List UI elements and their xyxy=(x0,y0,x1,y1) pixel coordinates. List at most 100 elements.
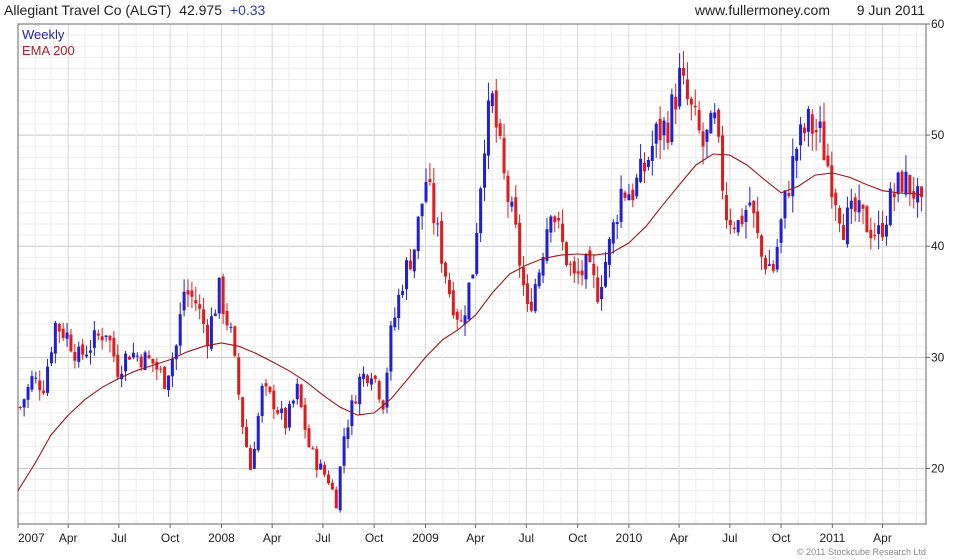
candle-down xyxy=(272,384,276,419)
candle-up xyxy=(280,400,284,420)
candle-body xyxy=(287,403,291,428)
candle-body xyxy=(849,200,853,209)
candle-body xyxy=(498,123,502,137)
candle-up xyxy=(639,143,643,184)
candle-body xyxy=(678,67,682,107)
candle-down xyxy=(330,479,334,491)
y-tick-label: 30 xyxy=(931,350,945,364)
candle-up xyxy=(287,400,291,431)
candle-body xyxy=(576,271,580,274)
candle-body xyxy=(779,219,783,243)
candle-body xyxy=(627,194,631,201)
candle-up xyxy=(713,103,717,125)
candle-body xyxy=(241,397,245,428)
candle-up xyxy=(104,335,108,342)
candle-up xyxy=(182,279,186,317)
candle-up xyxy=(877,210,881,250)
candle-body xyxy=(186,290,190,295)
candle-down xyxy=(96,329,100,341)
y-tick-label: 50 xyxy=(931,128,945,142)
x-tick-label: Jul xyxy=(111,531,126,545)
candle-down xyxy=(892,183,896,212)
candle-body xyxy=(834,192,838,206)
candle-up xyxy=(795,146,799,179)
candle-body xyxy=(42,390,46,394)
candles-layer xyxy=(18,51,924,513)
candle-down xyxy=(155,358,159,381)
candle-up xyxy=(30,370,34,393)
candle-down xyxy=(658,106,662,160)
candle-body xyxy=(869,229,873,239)
candle-body xyxy=(444,262,448,277)
candle-down xyxy=(724,182,728,229)
candle-body xyxy=(319,463,323,470)
candle-body xyxy=(30,376,34,390)
candle-body xyxy=(865,206,869,233)
legend-weekly: Weekly xyxy=(22,27,65,42)
candle-body xyxy=(338,466,342,511)
candle-down xyxy=(127,355,131,360)
candle-body xyxy=(412,249,416,272)
candle-up xyxy=(131,342,135,360)
candle-body xyxy=(209,316,213,349)
candle-body xyxy=(217,277,221,314)
candle-body xyxy=(697,109,701,131)
candle-body xyxy=(529,301,533,311)
candle-down xyxy=(206,319,210,359)
candle-body xyxy=(682,67,686,76)
candle-down xyxy=(596,266,600,304)
candle-body xyxy=(57,323,61,332)
candle-body xyxy=(163,366,167,389)
candle-body xyxy=(170,358,174,377)
x-tick-label: 2007 xyxy=(18,531,45,545)
candle-up xyxy=(806,106,810,147)
candle-down xyxy=(506,170,510,218)
candle-down xyxy=(697,101,701,134)
candle-down xyxy=(869,217,873,250)
candle-body xyxy=(248,448,252,470)
candle-body xyxy=(38,380,42,391)
candle-up xyxy=(619,175,623,228)
candle-down xyxy=(276,406,280,416)
candle-body xyxy=(49,352,53,364)
candle-up xyxy=(533,278,537,314)
x-tick-label: Jul xyxy=(315,531,330,545)
candle-down xyxy=(42,380,46,396)
candle-down xyxy=(81,339,85,360)
candle-up xyxy=(611,218,615,254)
candle-body xyxy=(127,356,131,360)
candle-down xyxy=(900,169,904,194)
candle-body xyxy=(740,215,744,225)
y-tick-label: 20 xyxy=(931,461,945,475)
y-tick-label: 60 xyxy=(931,17,945,31)
candle-down xyxy=(221,273,225,324)
candle-up xyxy=(600,275,604,311)
candle-body xyxy=(408,260,412,270)
candle-up xyxy=(467,282,471,322)
candle-body xyxy=(557,218,561,221)
candle-body xyxy=(206,324,210,347)
candle-down xyxy=(756,196,760,239)
candle-down xyxy=(377,379,381,403)
candle-body xyxy=(760,235,764,257)
candle-down xyxy=(498,118,502,140)
candle-down xyxy=(732,221,736,234)
candle-body xyxy=(873,234,877,237)
candle-down xyxy=(198,294,202,320)
candle-body xyxy=(104,335,108,338)
candle-body xyxy=(767,264,771,266)
candle-up xyxy=(77,341,81,368)
header-title: Allegiant Travel Co (ALGT) 42.975 +0.33 xyxy=(4,2,266,18)
candle-down xyxy=(822,102,826,161)
candle-up xyxy=(490,90,494,113)
candle-body xyxy=(112,337,116,357)
candle-up xyxy=(88,340,92,365)
candle-body xyxy=(479,188,483,234)
candle-up xyxy=(627,183,631,201)
candle-up xyxy=(256,412,260,453)
candle-up xyxy=(291,399,295,408)
x-tick-label: Jul xyxy=(519,531,534,545)
candle-body xyxy=(806,108,810,132)
candle-body xyxy=(646,159,650,167)
candle-body xyxy=(826,155,830,167)
